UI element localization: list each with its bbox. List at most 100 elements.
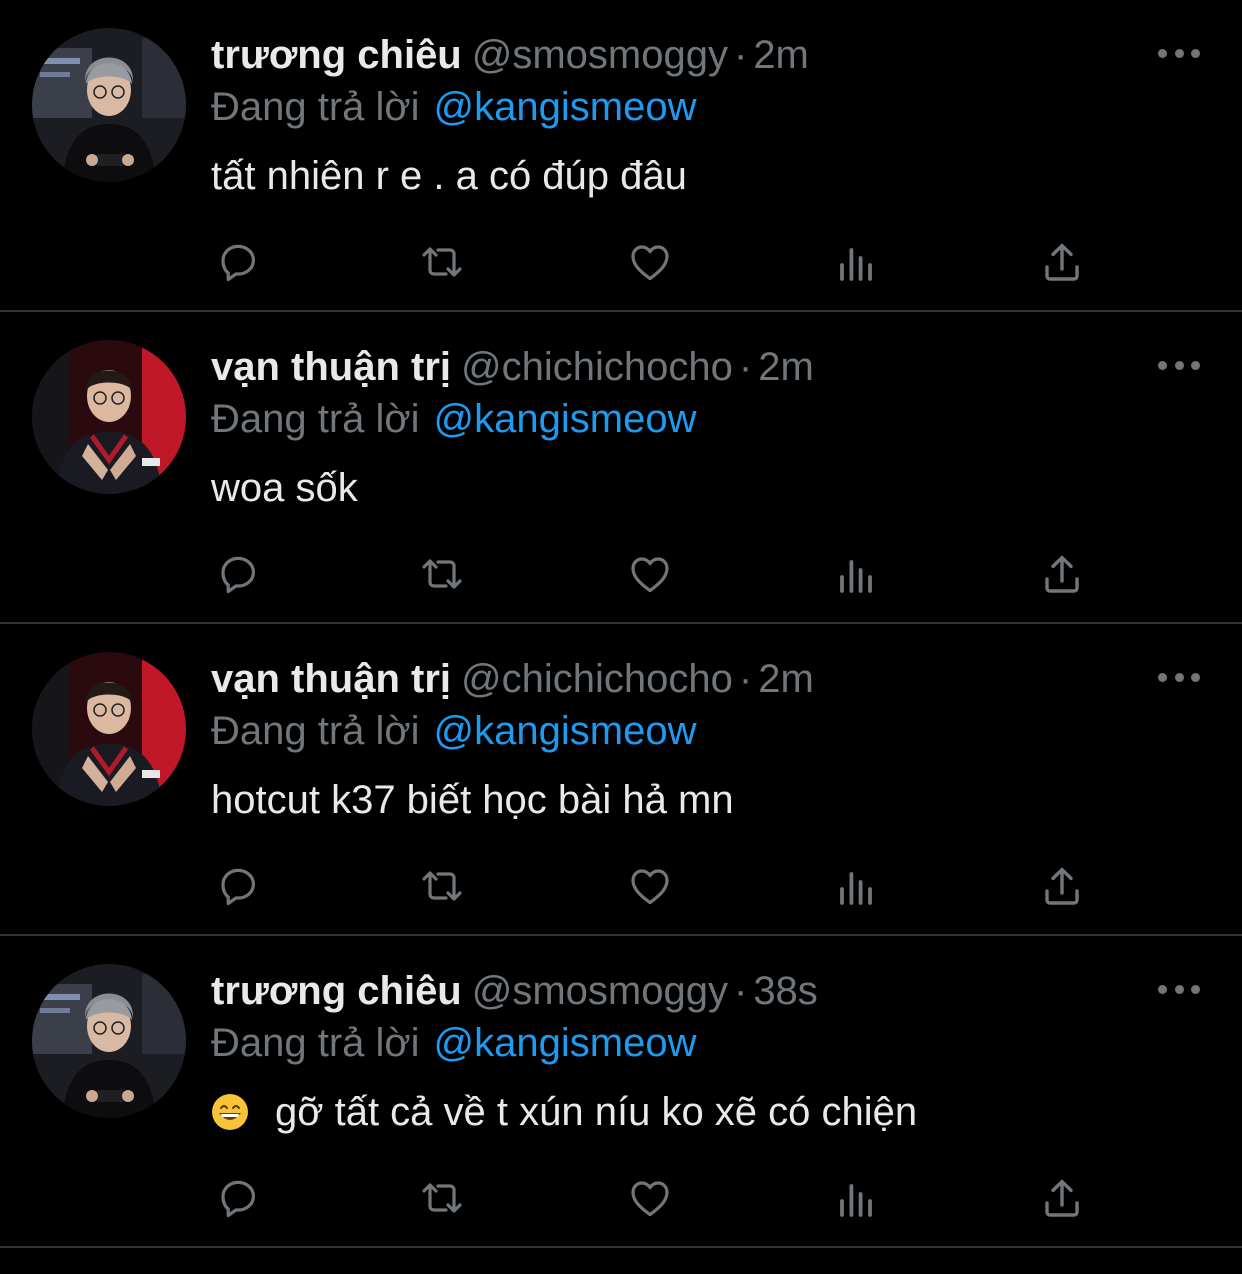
share-icon <box>1045 243 1079 281</box>
more-dot <box>1174 360 1184 370</box>
retweet-button[interactable] <box>414 1170 470 1226</box>
tweet-text-content: tất nhiên r e . a có đúp đâu <box>211 154 687 198</box>
reply-feed: trương chiêu @smosmoggy · 2m Đang trả lời @k… <box>0 0 1242 1274</box>
tweet-text-content: hotcut k37 biết học bài hả mn <box>211 778 734 822</box>
more-options-button[interactable] <box>1158 38 1200 68</box>
share-icon <box>1045 555 1079 593</box>
views-icon <box>840 872 872 905</box>
reply-icon <box>221 556 255 594</box>
tweet[interactable]: trương chiêu @smosmoggy · 2m Đang trả lời @k… <box>0 0 1242 312</box>
user-handle[interactable]: @chichichocho <box>461 657 733 701</box>
timestamp[interactable]: 2m <box>753 33 809 77</box>
views-button[interactable] <box>828 1170 884 1226</box>
views-button[interactable] <box>828 546 884 602</box>
tweet-header: vạn thuận trị @chichichocho · 2m <box>211 342 814 392</box>
more-dot <box>1191 48 1200 58</box>
views-icon <box>840 248 872 281</box>
reply-button[interactable] <box>210 858 266 914</box>
tweet-actions <box>210 234 1110 290</box>
like-icon <box>631 1181 669 1217</box>
avatar-grey-beanie-icon <box>32 964 186 1118</box>
tweet-header: vạn thuận trị @chichichocho · 2m <box>211 654 814 704</box>
more-options-button[interactable] <box>1158 974 1200 1004</box>
more-dot <box>1158 984 1167 994</box>
tweet[interactable]: vạn thuận trị @chichichocho · 2m Đang trả l… <box>0 312 1242 624</box>
more-dot <box>1191 984 1200 994</box>
tweet-text: gỡ tất cả về t xún níu ko xẽ có chiện <box>211 1086 917 1138</box>
display-name[interactable]: vạn thuận trị <box>211 657 451 701</box>
more-dot <box>1158 360 1167 370</box>
display-name[interactable]: trương chiêu <box>211 969 462 1013</box>
tweet-text-content: woa sốk <box>211 466 358 510</box>
replying-to-label: Đang trả lời <box>211 85 420 129</box>
tweet-text: tất nhiên r e . a có đúp đâu <box>211 150 687 202</box>
reply-icon <box>221 244 255 282</box>
share-button[interactable] <box>1034 234 1090 290</box>
replying-to: Đang trả lời @kangismeow <box>211 706 696 756</box>
grinning-face-emoji-icon <box>212 1094 248 1130</box>
more-dot <box>1191 672 1200 682</box>
share-button[interactable] <box>1034 1170 1090 1226</box>
display-name[interactable]: trương chiêu <box>211 33 462 77</box>
views-button[interactable] <box>828 858 884 914</box>
retweet-button[interactable] <box>414 234 470 290</box>
more-dot <box>1174 48 1184 58</box>
replying-to-label: Đang trả lời <box>211 1021 420 1065</box>
tweet[interactable]: trương chiêu @smosmoggy · 38s Đang trả lời @… <box>0 936 1242 1248</box>
like-button[interactable] <box>622 858 678 914</box>
tweet-text-content: gỡ tất cả về t xún níu ko xẽ có chiện <box>275 1090 918 1134</box>
retweet-icon <box>422 871 462 901</box>
like-button[interactable] <box>622 546 678 602</box>
like-button[interactable] <box>622 1170 678 1226</box>
more-options-button[interactable] <box>1158 662 1200 692</box>
mention-link[interactable]: @kangismeow <box>434 709 697 753</box>
avatar-red-jersey-icon <box>32 652 186 806</box>
user-handle[interactable]: @chichichocho <box>461 345 733 389</box>
more-dot <box>1191 360 1200 370</box>
tweet-actions <box>210 1170 1110 1226</box>
more-dot <box>1158 48 1167 58</box>
more-options-button[interactable] <box>1158 350 1200 380</box>
like-icon <box>631 245 669 281</box>
timestamp[interactable]: 38s <box>753 969 818 1013</box>
reply-button[interactable] <box>210 546 266 602</box>
retweet-icon <box>422 247 462 277</box>
avatar[interactable] <box>32 964 186 1118</box>
meta-separator: · <box>733 33 748 77</box>
share-button[interactable] <box>1034 546 1090 602</box>
tweet-text: hotcut k37 biết học bài hả mn <box>211 774 734 826</box>
timestamp[interactable]: 2m <box>758 345 814 389</box>
meta-separator: · <box>738 657 753 701</box>
avatar[interactable] <box>32 28 186 182</box>
mention-link[interactable]: @kangismeow <box>434 1021 697 1065</box>
display-name[interactable]: vạn thuận trị <box>211 345 451 389</box>
avatar[interactable] <box>32 652 186 806</box>
meta-separator: · <box>738 345 753 389</box>
retweet-button[interactable] <box>414 858 470 914</box>
replying-to-label: Đang trả lời <box>211 397 420 441</box>
replying-to: Đang trả lời @kangismeow <box>211 394 696 444</box>
more-dot <box>1174 672 1184 682</box>
tweet[interactable]: vạn thuận trị @chichichocho · 2m Đang trả l… <box>0 624 1242 936</box>
share-button[interactable] <box>1034 858 1090 914</box>
avatar[interactable] <box>32 340 186 494</box>
mention-link[interactable]: @kangismeow <box>434 397 697 441</box>
timestamp[interactable]: 2m <box>758 657 814 701</box>
reply-icon <box>221 1180 255 1218</box>
reply-button[interactable] <box>210 1170 266 1226</box>
tweet-header: trương chiêu @smosmoggy · 38s <box>211 966 818 1016</box>
retweet-icon <box>422 1183 462 1213</box>
like-icon <box>631 869 669 905</box>
views-button[interactable] <box>828 234 884 290</box>
tweet-header: trương chiêu @smosmoggy · 2m <box>211 30 809 80</box>
meta-separator: · <box>733 969 748 1013</box>
tweet-actions <box>210 546 1110 602</box>
like-button[interactable] <box>622 234 678 290</box>
tweet-text: woa sốk <box>211 462 358 514</box>
mention-link[interactable]: @kangismeow <box>434 85 697 129</box>
user-handle[interactable]: @smosmoggy <box>472 969 728 1013</box>
user-handle[interactable]: @smosmoggy <box>472 33 728 77</box>
replying-to: Đang trả lời @kangismeow <box>211 82 696 132</box>
retweet-button[interactable] <box>414 546 470 602</box>
reply-button[interactable] <box>210 234 266 290</box>
